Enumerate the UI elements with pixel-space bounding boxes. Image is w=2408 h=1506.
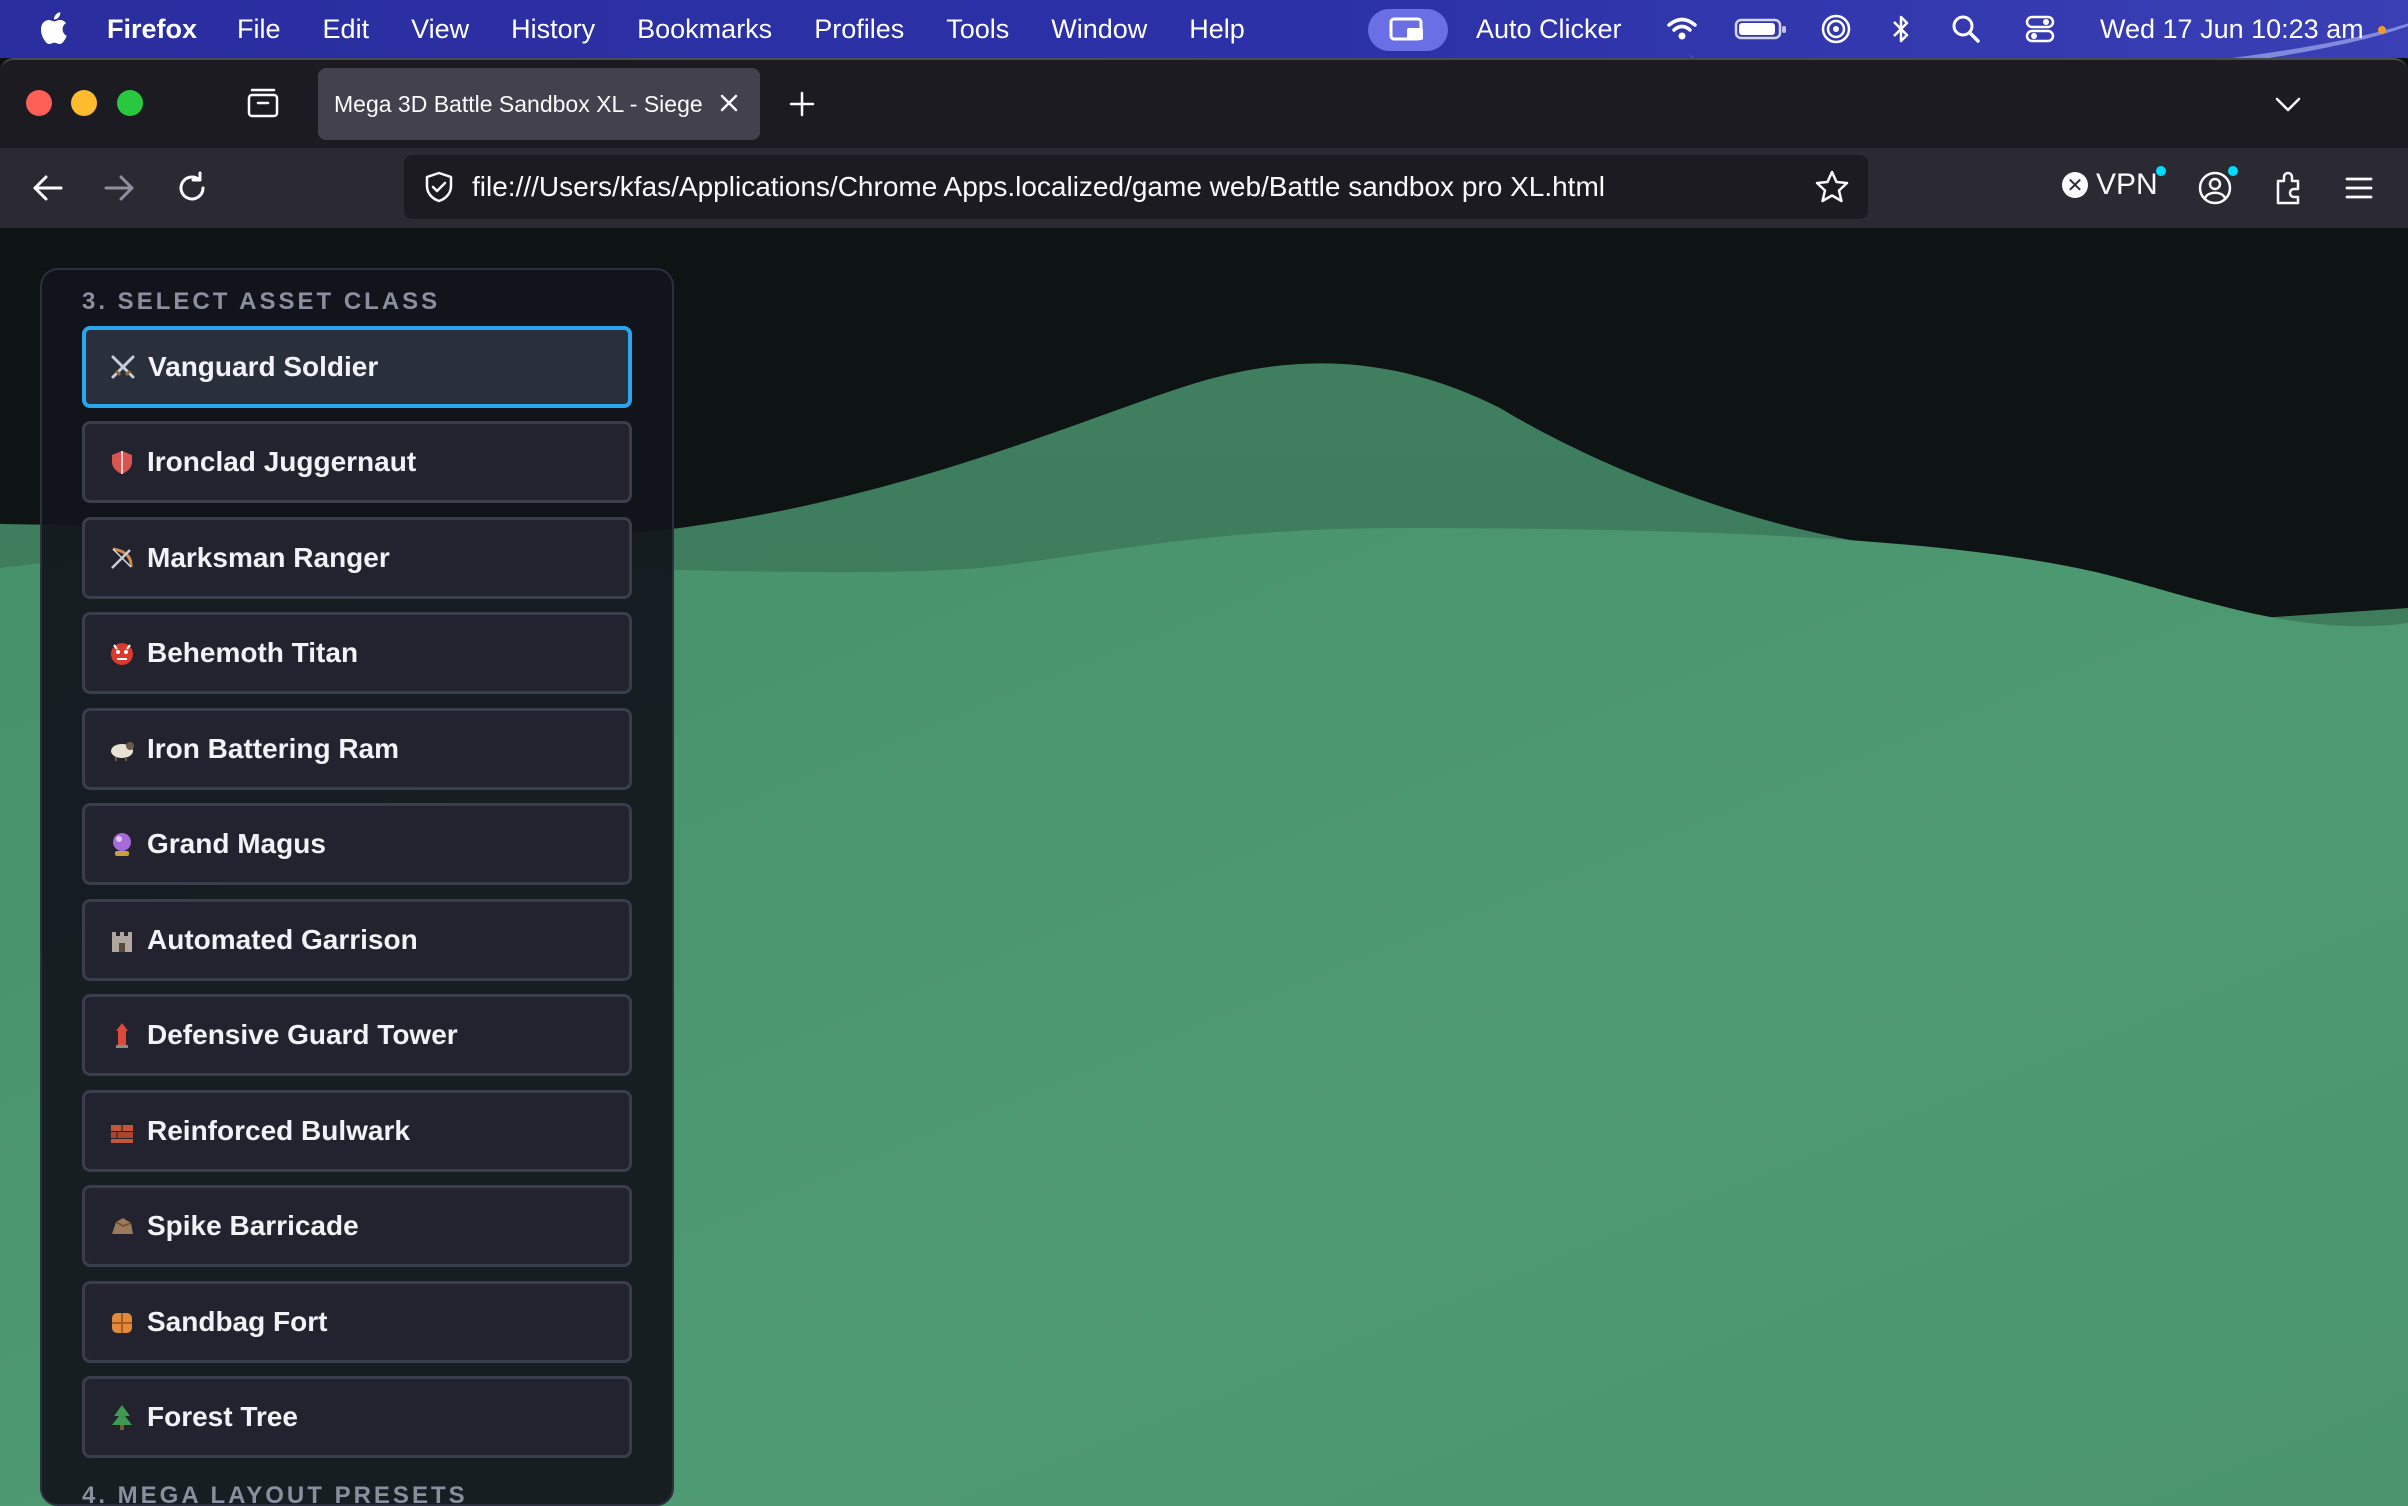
menu-tools[interactable]: Tools [946, 14, 1009, 45]
battery-icon[interactable] [1734, 14, 1788, 44]
hamburger-menu-icon[interactable] [2340, 169, 2378, 207]
vpn-badge-dot [2156, 166, 2166, 176]
asset-button-behemoth-titan[interactable]: Behemoth Titan [82, 612, 632, 695]
auto-clicker-label[interactable]: Auto Clicker [1476, 14, 1622, 45]
asset-label: Sandbag Fort [147, 1305, 328, 1337]
account-icon[interactable] [2196, 169, 2234, 207]
menu-help[interactable]: Help [1189, 14, 1245, 45]
asset-button-automated-garrison[interactable]: Automated Garrison [82, 898, 632, 981]
window-minimize-button[interactable] [71, 90, 97, 116]
section-title-layout-presets: 4. MEGA LAYOUT PRESETS [82, 1482, 468, 1506]
asset-selection-panel: 3. SELECT ASSET CLASS Vanguard Soldier Ir… [40, 268, 674, 1506]
crystal-ball-icon [107, 829, 137, 859]
evergreen-tree-icon [107, 1402, 137, 1432]
castle-icon [107, 925, 137, 955]
shield-icon [107, 447, 137, 477]
asset-label: Ironclad Juggernaut [147, 446, 417, 478]
tab-manager-icon[interactable] [246, 86, 280, 120]
active-tab[interactable]: Mega 3D Battle Sandbox XL - Siege [318, 68, 760, 140]
notification-dot [2378, 26, 2386, 34]
bookmark-star-icon[interactable] [1814, 169, 1850, 205]
window-zoom-button[interactable] [117, 90, 143, 116]
airdrop-icon[interactable] [1820, 14, 1852, 44]
asset-label: Automated Garrison [147, 923, 418, 955]
forward-arrow-icon[interactable] [101, 170, 137, 206]
vpn-label: VPN [2096, 168, 2158, 201]
asset-label: Reinforced Bulwark [147, 1114, 410, 1146]
asset-label: Grand Magus [147, 828, 326, 860]
new-tab-icon[interactable] [788, 90, 816, 118]
menu-list: Firefox File Edit View History Bookmarks… [107, 0, 1287, 58]
asset-label: Forest Tree [147, 1401, 298, 1433]
close-tab-icon[interactable] [716, 90, 742, 116]
bow-and-arrow-icon [107, 543, 137, 573]
tab-title: Mega 3D Battle Sandbox XL - Siege [334, 90, 703, 117]
asset-button-forest-tree[interactable]: Forest Tree [82, 1376, 632, 1459]
apple-logo-icon[interactable] [38, 11, 68, 45]
wifi-icon[interactable] [1666, 14, 1698, 44]
tracking-protection-shield-icon[interactable] [422, 170, 456, 204]
vpn-button[interactable]: ✕ VPN [2062, 168, 2158, 202]
asset-button-sandbag-fort[interactable]: Sandbag Fort [82, 1280, 632, 1363]
asset-button-spike-barricade[interactable]: Spike Barricade [82, 1185, 632, 1268]
address-bar[interactable]: file:///Users/kfas/Applications/Chrome A… [404, 155, 1868, 219]
section-title-asset-class: 3. SELECT ASSET CLASS [82, 288, 441, 315]
rock-icon [107, 1211, 137, 1241]
bluetooth-icon[interactable] [1890, 14, 1912, 44]
asset-label: Vanguard Soldier [148, 351, 379, 382]
bricks-icon [107, 1116, 137, 1146]
asset-label: Spike Barricade [147, 1210, 359, 1242]
asset-button-iron-battering-ram[interactable]: Iron Battering Ram [82, 707, 632, 790]
extensions-icon[interactable] [2270, 169, 2308, 207]
menubar-clock[interactable]: Wed 17 Jun 10:23 am [2100, 14, 2364, 45]
account-badge-dot [2228, 166, 2238, 176]
list-all-tabs-icon[interactable] [2274, 90, 2302, 118]
asset-label: Iron Battering Ram [147, 732, 400, 764]
menu-history[interactable]: History [511, 14, 595, 45]
menu-bookmarks[interactable]: Bookmarks [637, 14, 772, 45]
menu-app-name[interactable]: Firefox [107, 14, 197, 45]
asset-button-vanguard-soldier[interactable]: Vanguard Soldier [82, 326, 632, 408]
screen-mirroring-icon[interactable] [1368, 9, 1448, 51]
sandbag-icon [107, 1307, 137, 1337]
menu-file[interactable]: File [237, 14, 281, 45]
asset-label: Marksman Ranger [147, 541, 390, 573]
menu-view[interactable]: View [411, 14, 469, 45]
crossed-swords-icon [108, 352, 138, 382]
ogre-icon [107, 638, 137, 668]
window-close-button[interactable] [26, 90, 52, 116]
asset-button-ironclad-juggernaut[interactable]: Ironclad Juggernaut [82, 421, 632, 504]
back-arrow-icon[interactable] [30, 170, 66, 206]
tower-icon [107, 1020, 137, 1050]
control-center-icon[interactable] [2024, 14, 2056, 44]
asset-button-reinforced-bulwark[interactable]: Reinforced Bulwark [82, 1089, 632, 1172]
asset-button-grand-magus[interactable]: Grand Magus [82, 803, 632, 886]
asset-button-defensive-guard-tower[interactable]: Defensive Guard Tower [82, 994, 632, 1077]
asset-label: Behemoth Titan [147, 637, 359, 669]
macos-menu-bar: Firefox File Edit View History Bookmarks… [0, 0, 2408, 58]
asset-button-marksman-ranger[interactable]: Marksman Ranger [82, 516, 632, 599]
menu-edit[interactable]: Edit [323, 14, 370, 45]
menu-window[interactable]: Window [1051, 14, 1147, 45]
vpn-off-icon: ✕ [2062, 172, 2088, 198]
reload-icon[interactable] [174, 170, 210, 206]
menu-profiles[interactable]: Profiles [814, 14, 904, 45]
spotlight-search-icon[interactable] [1950, 14, 1982, 44]
url-text[interactable]: file:///Users/kfas/Applications/Chrome A… [472, 171, 1605, 203]
asset-label: Defensive Guard Tower [147, 1019, 458, 1051]
ram-icon [107, 734, 137, 764]
